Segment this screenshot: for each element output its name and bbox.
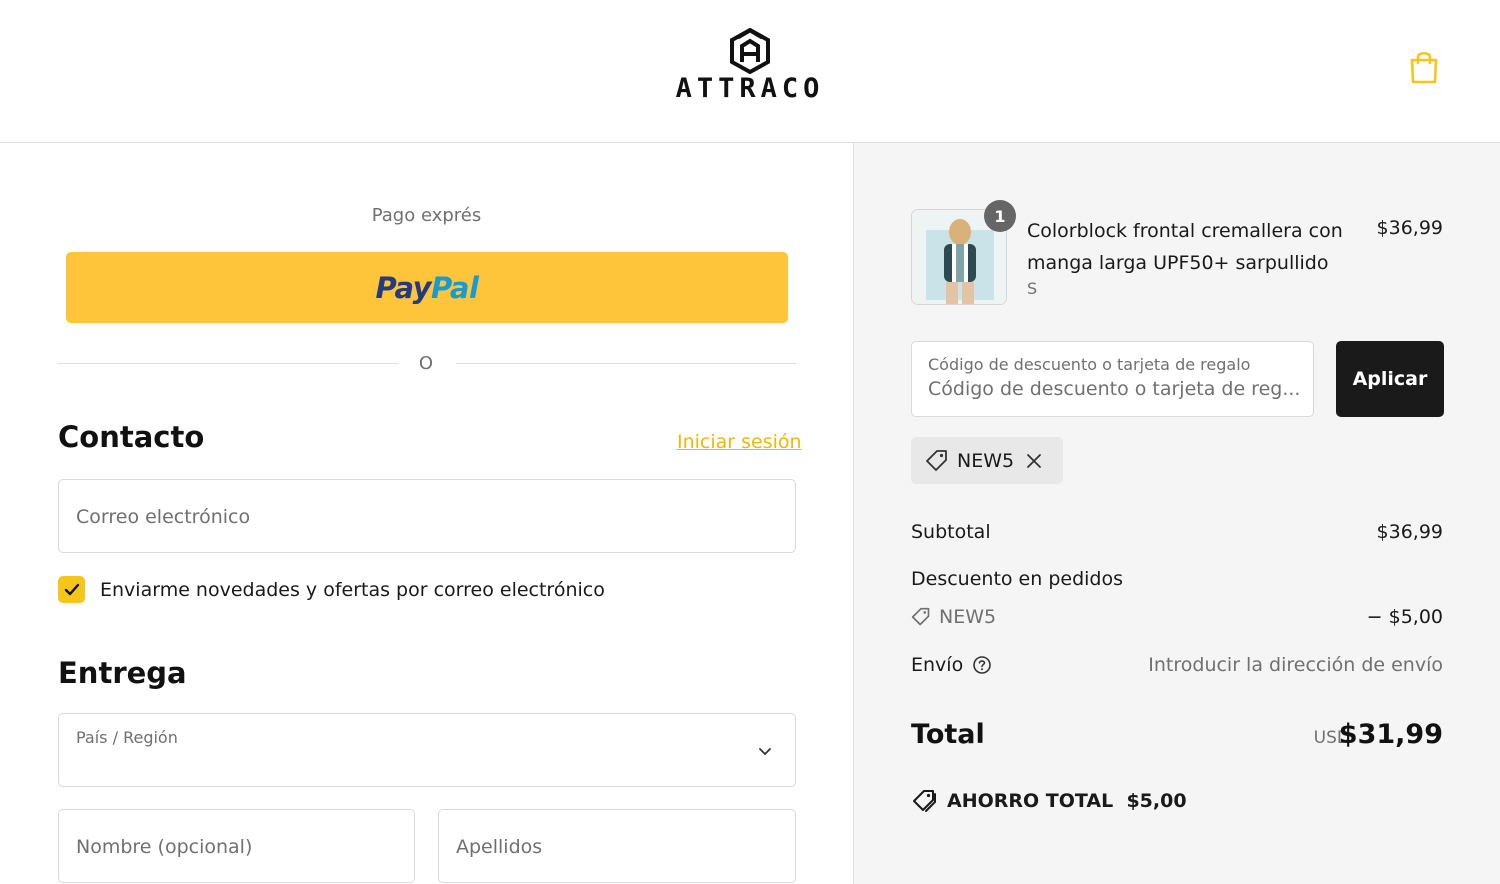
close-icon[interactable]	[1026, 453, 1042, 469]
total-savings: AHORRO TOTAL $5,00	[911, 789, 1187, 813]
shopping-bag-icon[interactable]	[1409, 49, 1439, 85]
last-name-field[interactable]: Apellidos	[438, 809, 796, 883]
quantity-badge: 1	[984, 200, 1016, 232]
shipping-label: Envío	[911, 654, 964, 676]
applied-code-text: NEW5	[957, 449, 1015, 472]
applied-code-chip: NEW5	[911, 437, 1063, 484]
newsletter-checkbox[interactable]	[58, 576, 85, 603]
order-discount-code: NEW5	[911, 606, 996, 628]
checkmark-icon	[64, 583, 79, 595]
country-select[interactable]: País / Región	[58, 713, 796, 787]
savings-text: AHORRO TOTAL $5,00	[947, 790, 1187, 812]
shipping-row-label: Envío	[911, 654, 992, 676]
chevron-down-icon	[759, 748, 771, 755]
total-label: Total	[911, 719, 985, 750]
header: ATTRACO	[0, 0, 1500, 143]
first-name-placeholder: Nombre (opcional)	[76, 836, 253, 858]
divider-or: O	[418, 353, 434, 374]
first-name-field[interactable]: Nombre (opcional)	[58, 809, 415, 883]
delivery-title: Entrega	[58, 656, 187, 690]
checkout-form: Pago exprés PayPal O Contacto Iniciar se…	[0, 143, 853, 884]
contact-title: Contacto	[58, 420, 205, 454]
discount-code-input[interactable]: Código de descuento o tarjeta de regalo …	[911, 341, 1314, 417]
product-price: $36,99	[1376, 217, 1443, 239]
paypal-logo: PayPal	[375, 270, 479, 305]
country-label: País / Región	[76, 728, 178, 747]
subtotal-label: Subtotal	[911, 521, 991, 543]
paypal-button[interactable]: PayPal	[66, 252, 788, 323]
product-variant: S	[1027, 279, 1038, 298]
divider-left	[58, 363, 398, 364]
tag-icon	[926, 449, 947, 471]
product-title: Colorblock frontal cremallera con manga …	[1027, 220, 1343, 274]
login-link[interactable]: Iniciar sesión	[677, 431, 802, 453]
brand-logo-mark-icon	[730, 28, 770, 74]
tag-icon	[911, 607, 930, 626]
order-discount-label: Descuento en pedidos	[911, 568, 1123, 590]
brand-name: ATTRACO	[675, 73, 825, 104]
last-name-placeholder: Apellidos	[456, 836, 543, 858]
subtotal-value: $36,99	[1376, 521, 1443, 543]
shipping-value: Introducir la dirección de envío	[1148, 654, 1443, 676]
newsletter-label: Enviarme novedades y ofertas por correo …	[100, 579, 605, 601]
express-checkout-label: Pago exprés	[371, 205, 482, 226]
email-field[interactable]: Correo electrónico	[58, 479, 796, 553]
discount-code-value: Código de descuento o tarjeta de reg...	[928, 378, 1301, 400]
help-circle-icon[interactable]	[972, 655, 992, 675]
total-value: $31,99	[1338, 719, 1443, 750]
apply-discount-button[interactable]: Aplicar	[1336, 341, 1444, 417]
discount-code-label: Código de descuento o tarjeta de regalo	[928, 355, 1251, 374]
order-summary: 1 Colorblock frontal cremallera con mang…	[853, 143, 1500, 884]
order-discount-value: − $5,00	[1366, 606, 1443, 628]
email-placeholder: Correo electrónico	[76, 506, 251, 528]
brand-logo[interactable]: ATTRACO	[658, 28, 842, 108]
tags-icon	[913, 790, 936, 812]
divider-right	[456, 363, 796, 364]
